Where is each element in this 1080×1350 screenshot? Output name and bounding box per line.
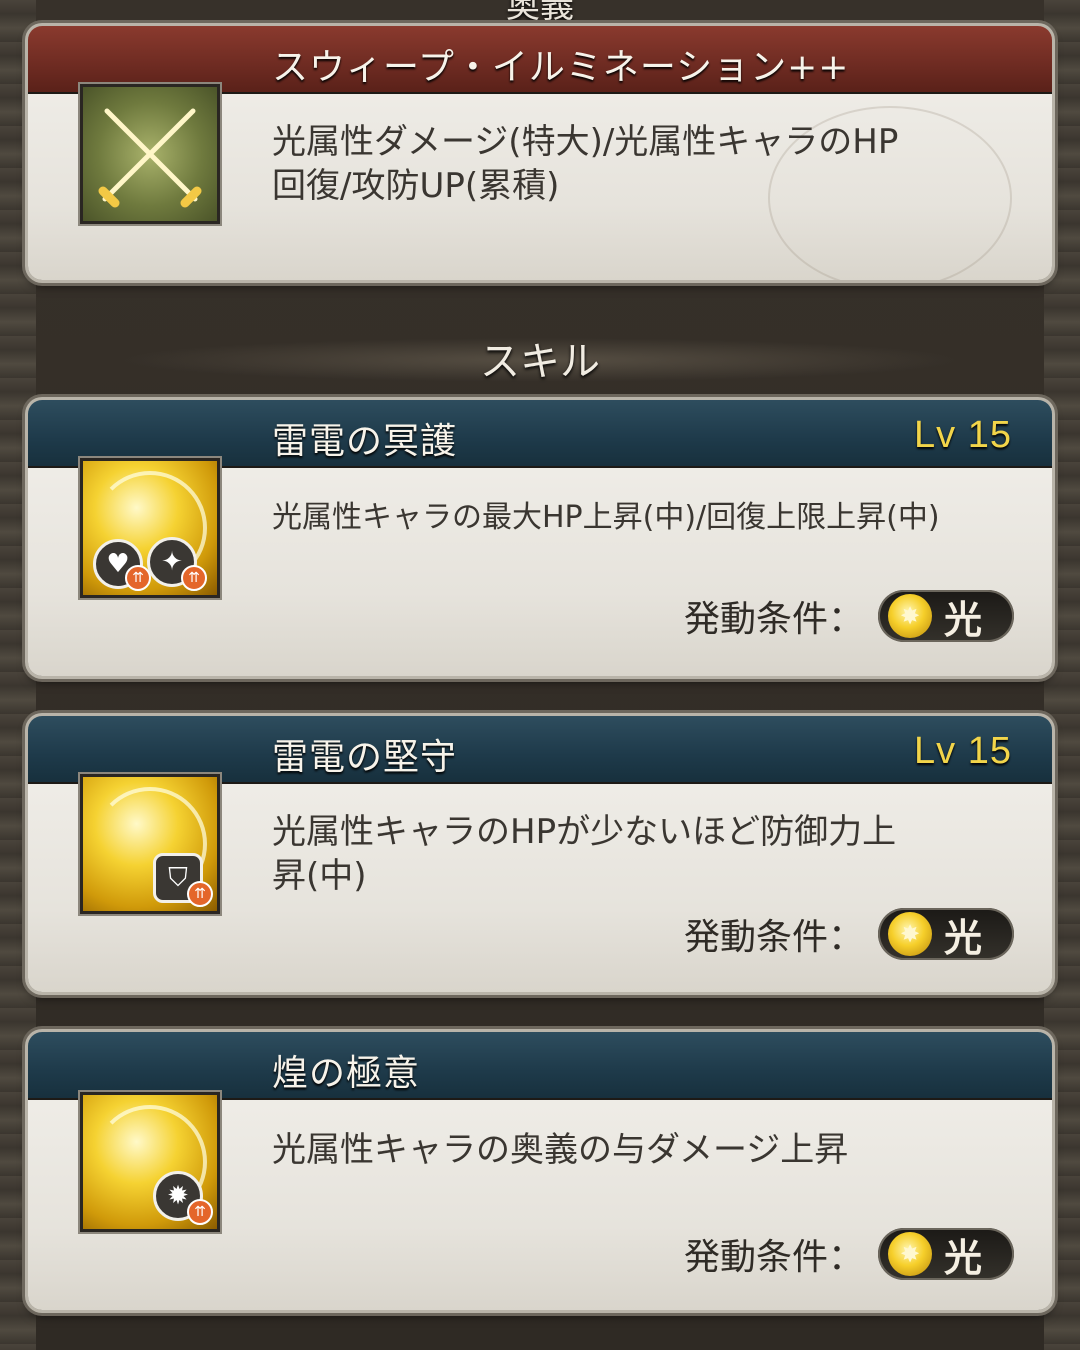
skill-title-bar	[28, 1032, 1052, 1100]
skill-description: 光属性キャラの奥義の与ダメージ上昇	[272, 1128, 1012, 1172]
light-element-icon: ✸	[888, 594, 932, 638]
skill-description-line1: 光属性キャラの奥義の与ダメージ上昇	[272, 1130, 849, 1170]
up-arrows-icon: ⇈	[181, 565, 207, 591]
skill-card-1[interactable]: 雷電の冥護 Lv 15 ♥ ⇈ ✦ ⇈ 光属性キャラの最大HP上昇(中)/回復上…	[28, 400, 1052, 676]
element-badge: ✸ 光	[878, 1228, 1014, 1280]
skill-card-3[interactable]: 煌の極意 ✹ ⇈ 光属性キャラの奥義の与ダメージ上昇 発動条件： ✸ 光	[28, 1032, 1052, 1310]
element-text: 光	[944, 1235, 983, 1280]
element-text: 光	[944, 597, 983, 642]
skill-level: Lv 15	[914, 730, 1012, 772]
up-arrows-icon: ⇈	[187, 881, 213, 907]
trigger-label: 発動条件：	[683, 1237, 864, 1278]
skill-level: Lv 15	[914, 414, 1012, 456]
trigger-condition: 発動条件： ✸ 光	[684, 590, 1014, 642]
skill-description-line1: 光属性キャラの最大HP上昇(中)/回復上限上昇(中)	[272, 500, 940, 535]
element-badge: ✸ 光	[878, 590, 1014, 642]
skill-title: 雷電の堅守	[272, 737, 458, 778]
skill-description: 光属性キャラのHPが少ないほど防御力上 昇(中)	[272, 810, 1012, 898]
light-orb-hp-heal-up-icon: ♥ ⇈ ✦ ⇈	[80, 458, 220, 598]
skill-card-2[interactable]: 雷電の堅守 Lv 15 ⛉ ⇈ 光属性キャラのHPが少ないほど防御力上 昇(中)…	[28, 716, 1052, 992]
skill-section-title: スキル	[480, 339, 600, 385]
skill-section-header: スキル	[0, 330, 1080, 386]
light-orb-ougi-damage-up-icon: ✹ ⇈	[80, 1092, 220, 1232]
trigger-label: 発動条件：	[683, 599, 864, 640]
crossed-swords-icon	[80, 84, 220, 224]
ougi-section-header: 奥義	[506, 0, 574, 26]
element-badge: ✸ 光	[878, 908, 1014, 960]
ougi-title: スウィープ・イルミネーション++	[272, 47, 850, 88]
light-orb-defense-up-icon: ⛉ ⇈	[80, 774, 220, 914]
trigger-condition: 発動条件： ✸ 光	[684, 908, 1014, 960]
skill-description-line2: 昇(中)	[272, 856, 367, 897]
up-arrows-icon: ⇈	[187, 1199, 213, 1225]
light-element-icon: ✸	[888, 912, 932, 956]
skill-title: 煌の極意	[272, 1053, 421, 1094]
ougi-description-line2: 回復/攻防UP(累積)	[272, 166, 560, 207]
ougi-card[interactable]: スウィープ・イルミネーション++ 光属性ダメージ(特大)/光属性キャラのHP 回…	[28, 26, 1052, 280]
skill-description: 光属性キャラの最大HP上昇(中)/回復上限上昇(中)	[272, 498, 1012, 537]
ougi-description: 光属性ダメージ(特大)/光属性キャラのHP 回復/攻防UP(累積)	[272, 120, 1012, 208]
element-text: 光	[944, 915, 983, 960]
light-element-icon: ✸	[888, 1232, 932, 1276]
trigger-label: 発動条件：	[683, 917, 864, 958]
skill-description-line1: 光属性キャラのHPが少ないほど防御力上	[272, 812, 897, 852]
ougi-description-line1: 光属性ダメージ(特大)/光属性キャラのHP	[272, 122, 899, 162]
skill-title: 雷電の冥護	[272, 421, 458, 462]
trigger-condition: 発動条件： ✸ 光	[684, 1228, 1014, 1280]
